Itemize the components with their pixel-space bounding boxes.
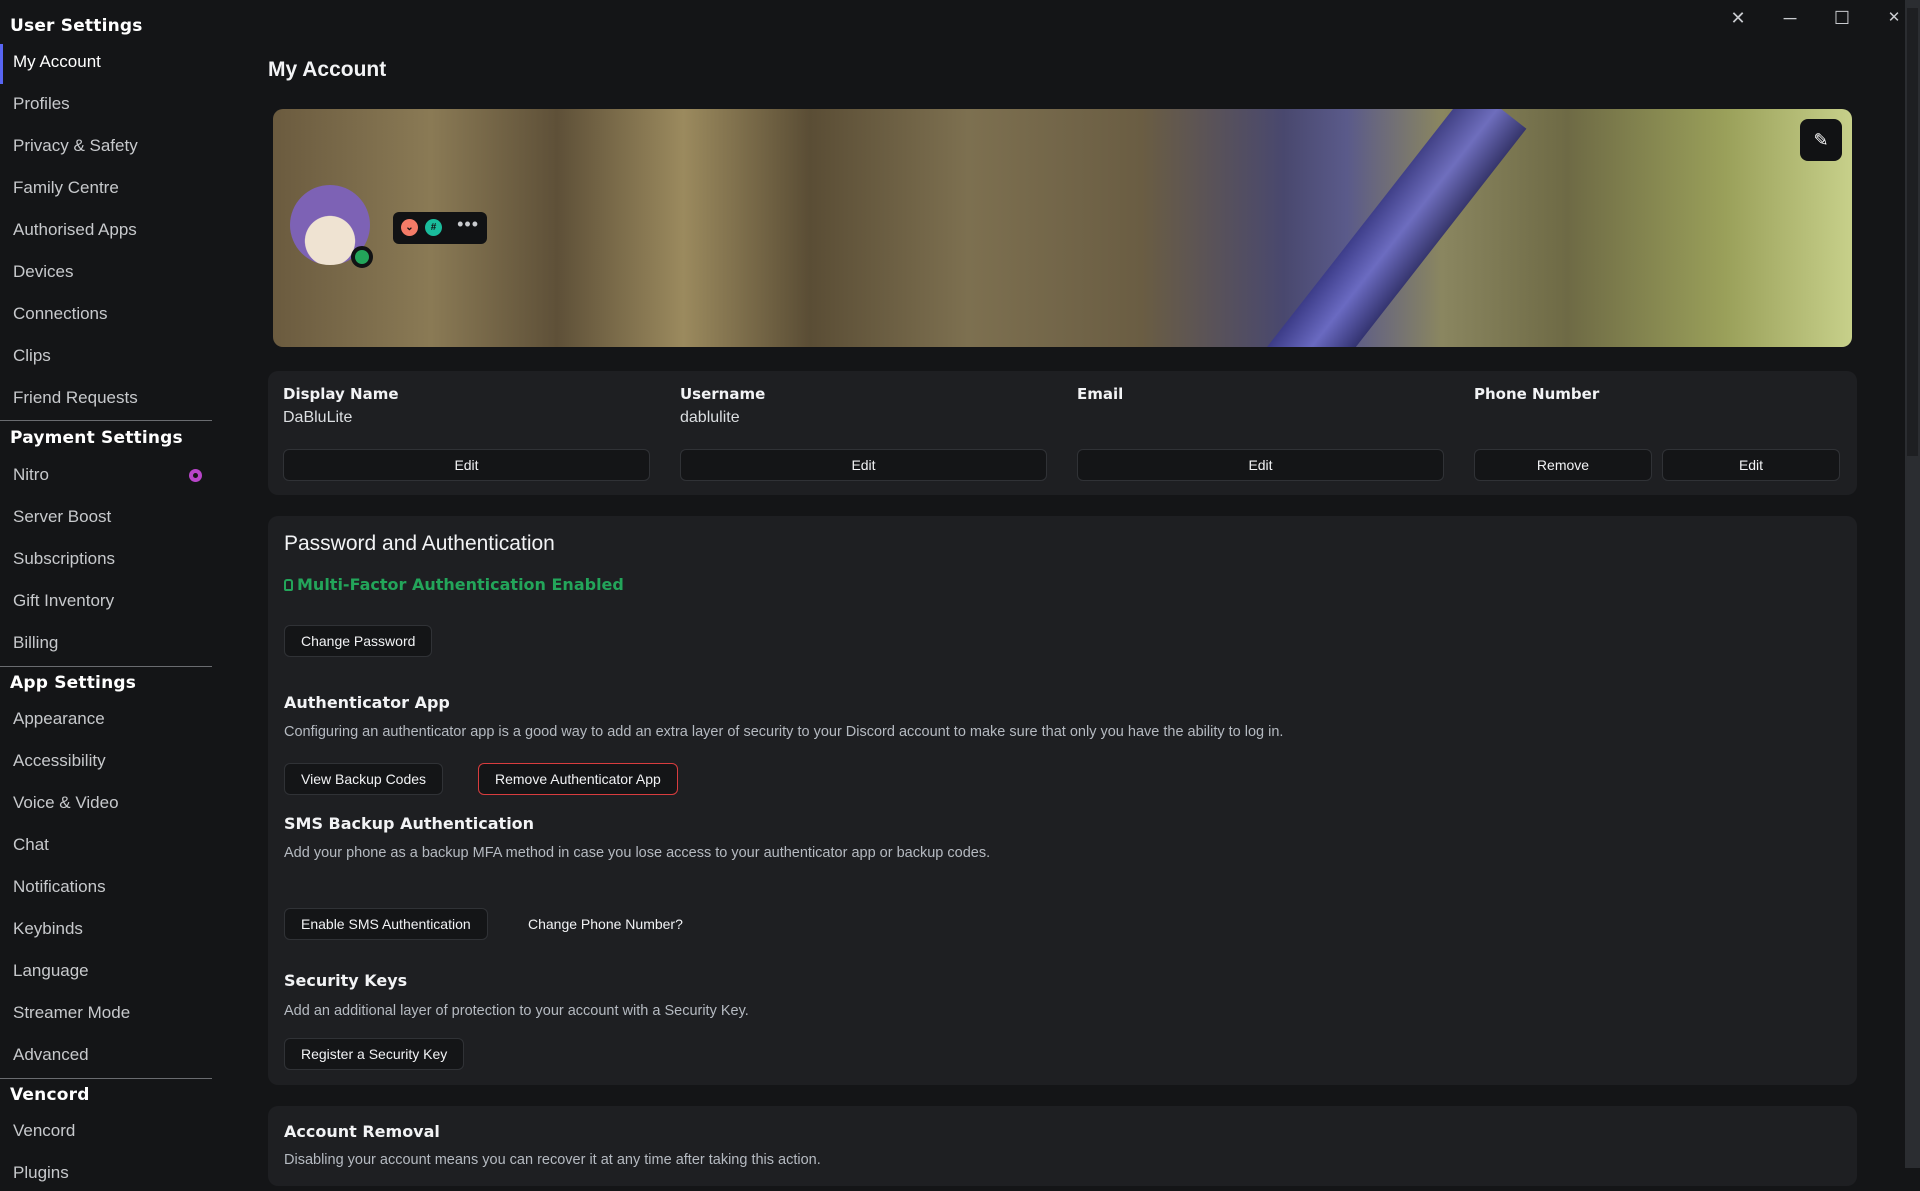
scrollbar-thumb[interactable] (1907, 8, 1918, 456)
edit-phone-button[interactable]: Edit (1662, 449, 1840, 481)
edit-email-button[interactable]: Edit (1077, 449, 1444, 481)
edit-icon: ✎ (1813, 130, 1829, 150)
scrollbar[interactable] (1905, 0, 1920, 1168)
edit-display-name-button[interactable]: Edit (283, 449, 650, 481)
sidebar-item-appearance[interactable]: Appearance (0, 701, 212, 737)
sidebar-item-subscriptions[interactable]: Subscriptions (0, 541, 212, 577)
remove-phone-button[interactable]: Remove (1474, 449, 1652, 481)
sidebar-item-plugins[interactable]: Plugins (0, 1155, 212, 1191)
account-removal-card: Account Removal Disabling your account m… (268, 1106, 1857, 1186)
sidebar-item-accessibility[interactable]: Accessibility (0, 743, 212, 779)
display-name-value: DaBluLite (283, 409, 353, 426)
sidebar-item-label: Nitro (13, 465, 49, 484)
sms-backup-description: Add your phone as a backup MFA method in… (284, 845, 991, 861)
security-keys-description: Add an additional layer of protection to… (284, 1003, 749, 1019)
close-window-button[interactable]: ✕ (1884, 8, 1904, 28)
section-header-app-settings: App Settings (10, 673, 137, 693)
sidebar-item-chat[interactable]: Chat (0, 827, 212, 863)
sidebar-item-nitro[interactable]: Nitro (0, 457, 212, 493)
mfa-status-text: Multi-Factor Authentication Enabled (297, 575, 624, 594)
banner-image (1249, 109, 1527, 347)
sidebar-item-profiles[interactable]: Profiles (0, 86, 212, 122)
sidebar-divider (0, 666, 212, 667)
section-header-payment-settings: Payment Settings (10, 428, 183, 448)
more-options-icon[interactable]: ••• (457, 214, 479, 235)
sidebar-item-family-centre[interactable]: Family Centre (0, 170, 212, 206)
authenticator-app-description: Configuring an authenticator app is a go… (284, 724, 1284, 740)
sidebar-item-gift-inventory[interactable]: Gift Inventory (0, 583, 212, 619)
sidebar-item-language[interactable]: Language (0, 953, 212, 989)
change-password-button[interactable]: Change Password (284, 625, 433, 657)
maximize-button[interactable]: ☐ (1832, 8, 1852, 28)
avatar[interactable] (290, 185, 373, 268)
lock-icon (284, 579, 293, 591)
mfa-status: Multi-Factor Authentication Enabled (284, 575, 624, 594)
sidebar-item-billing[interactable]: Billing (0, 625, 212, 661)
display-name-field: Display Name DaBluLite (283, 385, 399, 427)
password-authentication-card: Password and Authentication Multi-Factor… (268, 516, 1857, 1085)
sidebar-item-connections[interactable]: Connections (0, 296, 212, 332)
sidebar-item-advanced[interactable]: Advanced (0, 1037, 212, 1073)
field-label: Username (680, 385, 766, 403)
sidebar-item-keybinds[interactable]: Keybinds (0, 911, 212, 947)
remove-authenticator-app-button[interactable]: Remove Authenticator App (478, 763, 678, 795)
sidebar-divider (0, 420, 212, 421)
field-label: Display Name (283, 385, 399, 403)
status-online-icon (351, 246, 373, 268)
username-field: Username dablulite (680, 385, 765, 427)
sidebar-item-server-boost[interactable]: Server Boost (0, 499, 212, 535)
username-value: dablulite (680, 409, 740, 426)
section-title: Password and Authentication (284, 532, 555, 555)
phone-number-field: Phone Number (1474, 385, 1599, 409)
account-info-card: Display Name DaBluLite Username dablulit… (268, 371, 1857, 495)
page-title: My Account (268, 58, 387, 81)
sidebar-item-authorised-apps[interactable]: Authorised Apps (0, 212, 212, 248)
section-header-user-settings: User Settings (10, 16, 143, 36)
edit-profile-button[interactable]: ✎ (1800, 119, 1842, 161)
sidebar-item-notifications[interactable]: Notifications (0, 869, 212, 905)
sidebar-item-my-account[interactable]: My Account (0, 44, 212, 84)
badge-bar: ⌄ # ••• (393, 212, 487, 244)
sidebar-item-privacy-safety[interactable]: Privacy & Safety (0, 128, 212, 164)
sidebar-item-voice-video[interactable]: Voice & Video (0, 785, 212, 821)
authenticator-app-title: Authenticator App (284, 693, 450, 712)
account-removal-title: Account Removal (284, 1122, 440, 1141)
hashtag-badge-icon[interactable]: # (425, 219, 442, 236)
sidebar-divider (0, 1078, 212, 1079)
profile-banner: ✎ ⌄ # ••• (273, 109, 1852, 347)
sidebar-item-devices[interactable]: Devices (0, 254, 212, 290)
enable-sms-authentication-button[interactable]: Enable SMS Authentication (284, 908, 488, 940)
account-removal-description: Disabling your account means you can rec… (284, 1152, 821, 1168)
sidebar-item-friend-requests[interactable]: Friend Requests (0, 380, 212, 416)
edit-username-button[interactable]: Edit (680, 449, 1047, 481)
sidebar-item-streamer-mode[interactable]: Streamer Mode (0, 995, 212, 1031)
minimize-button[interactable]: ─ (1780, 8, 1800, 28)
sidebar-item-clips[interactable]: Clips (0, 338, 212, 374)
nitro-icon (189, 469, 202, 482)
sms-backup-title: SMS Backup Authentication (284, 814, 535, 833)
settings-sidebar: User Settings My Account Profiles Privac… (0, 0, 212, 1182)
view-backup-codes-button[interactable]: View Backup Codes (284, 763, 444, 795)
field-label: Email (1077, 385, 1124, 403)
close-settings-button[interactable]: ✕ (1728, 8, 1748, 28)
security-keys-title: Security Keys (284, 971, 408, 990)
register-security-key-button[interactable]: Register a Security Key (284, 1038, 465, 1070)
section-header-vencord: Vencord (10, 1085, 90, 1105)
field-label: Phone Number (1474, 385, 1600, 403)
email-field: Email (1077, 385, 1123, 409)
sidebar-item-vencord[interactable]: Vencord (0, 1113, 212, 1149)
hypesquad-icon[interactable]: ⌄ (401, 219, 418, 236)
change-phone-number-link[interactable]: Change Phone Number? (528, 908, 683, 940)
